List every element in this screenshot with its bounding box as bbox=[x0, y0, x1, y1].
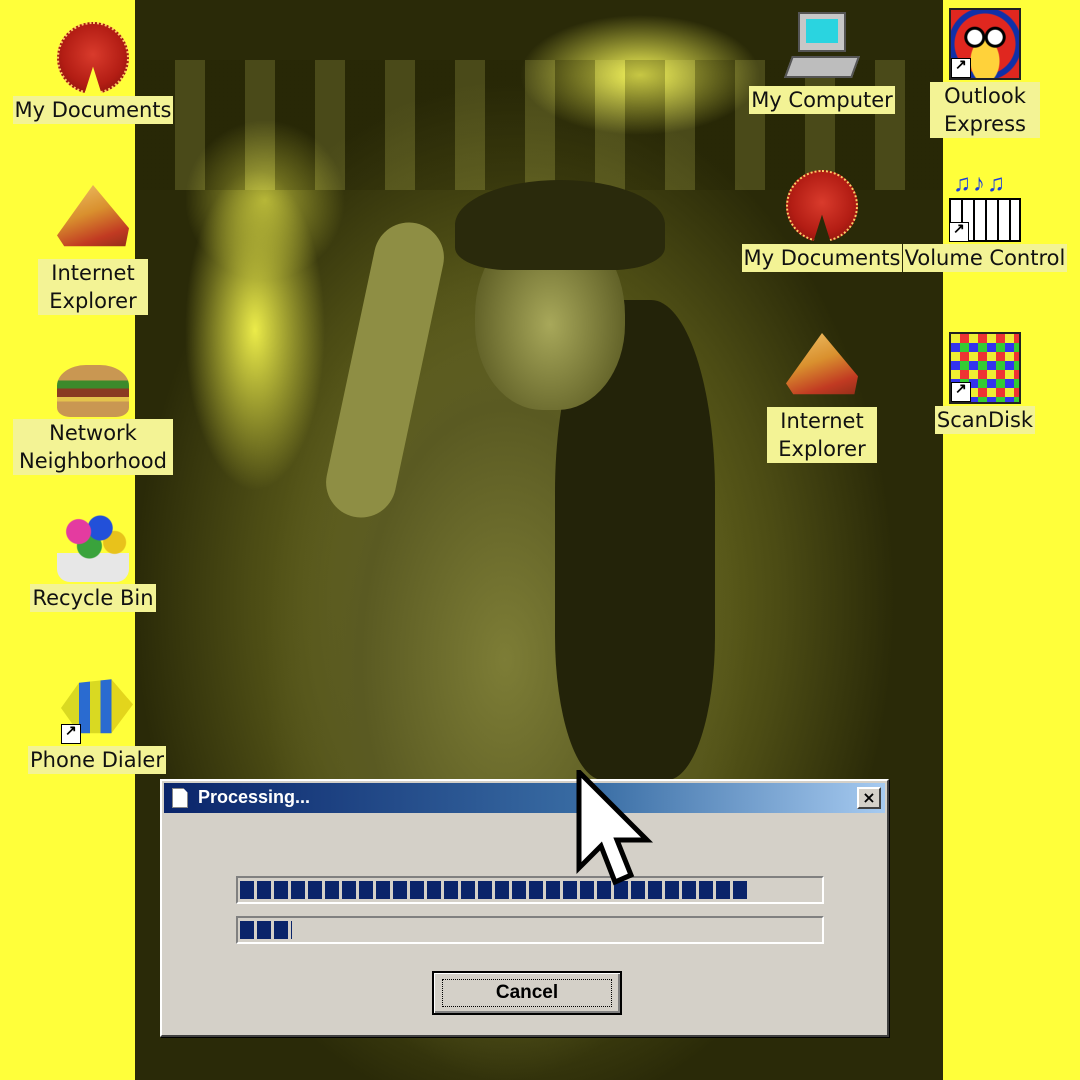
icon-label: My Documents bbox=[12, 96, 174, 124]
desktop-icon-phone-dialer[interactable]: Phone Dialer bbox=[12, 672, 182, 774]
outlook-express-mask-icon bbox=[949, 8, 1021, 80]
processing-dialog: Processing... × Cancel bbox=[160, 779, 889, 1037]
desktop-icon-my-computer[interactable]: My Computer bbox=[737, 12, 907, 114]
volume-control-piano-icon bbox=[949, 170, 1021, 242]
baseball-cap bbox=[455, 180, 665, 270]
icon-label: Internet Explorer bbox=[767, 407, 877, 463]
cancel-button[interactable]: Cancel bbox=[432, 971, 622, 1015]
desktop-icon-scandisk[interactable]: ScanDisk bbox=[900, 332, 1070, 434]
my-documents-pie-icon bbox=[57, 22, 129, 94]
internet-explorer-pie-slice-icon bbox=[786, 333, 858, 395]
my-computer-icon bbox=[783, 12, 861, 84]
icon-label: Internet Explorer bbox=[38, 259, 148, 315]
icon-label: Outlook Express bbox=[930, 82, 1040, 138]
desktop-icon-my-documents-right[interactable]: My Documents bbox=[737, 170, 907, 272]
desktop-icon-volume-control[interactable]: Volume Control bbox=[900, 170, 1070, 272]
desktop-icon-my-documents-left[interactable]: My Documents bbox=[8, 22, 178, 124]
internet-explorer-pie-slice-icon bbox=[57, 185, 129, 247]
icon-label: Phone Dialer bbox=[28, 746, 166, 774]
dialog-title-bar[interactable]: Processing... × bbox=[164, 783, 885, 813]
progress-fill-secondary bbox=[240, 921, 293, 939]
network-neighborhood-burger-icon bbox=[57, 365, 129, 417]
close-button[interactable]: × bbox=[857, 787, 881, 809]
desktop-icon-internet-explorer-right[interactable]: Internet Explorer bbox=[737, 333, 907, 463]
icon-label: Network Neighborhood bbox=[13, 419, 173, 475]
icon-label: ScanDisk bbox=[934, 406, 1036, 434]
desktop-icon-internet-explorer-left[interactable]: Internet Explorer bbox=[8, 185, 178, 315]
icon-label: Volume Control bbox=[902, 244, 1068, 272]
shortcut-arrow-icon bbox=[949, 220, 969, 242]
my-documents-pie-icon bbox=[786, 170, 858, 242]
desktop-icon-network-neighborhood[interactable]: Network Neighborhood bbox=[8, 355, 178, 475]
shortcut-arrow-icon bbox=[951, 56, 971, 78]
mouse-cursor-arrow-icon bbox=[576, 770, 654, 886]
desktop-icon-outlook-express[interactable]: Outlook Express bbox=[900, 8, 1070, 138]
icon-label: My Documents bbox=[741, 244, 903, 272]
scandisk-icon bbox=[949, 332, 1021, 404]
dialog-title: Processing... bbox=[198, 787, 311, 807]
icon-label: My Computer bbox=[749, 86, 895, 114]
recycle-bin-flowers-icon bbox=[57, 510, 129, 582]
icon-label: Recycle Bin bbox=[30, 584, 156, 612]
shortcut-arrow-icon bbox=[951, 380, 971, 402]
shortcut-arrow-icon bbox=[61, 722, 81, 744]
document-icon bbox=[172, 788, 188, 808]
progress-bar-primary bbox=[236, 876, 824, 904]
phone-dialer-fish-icon bbox=[61, 672, 133, 744]
desktop-icon-recycle-bin[interactable]: Recycle Bin bbox=[8, 510, 178, 612]
progress-fill-primary bbox=[240, 881, 751, 899]
progress-bar-secondary bbox=[236, 916, 824, 944]
